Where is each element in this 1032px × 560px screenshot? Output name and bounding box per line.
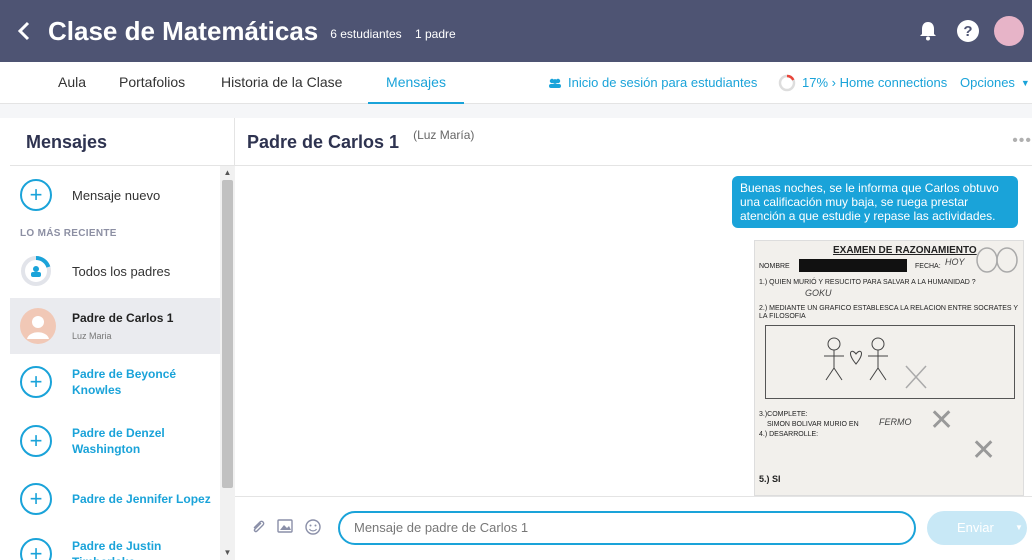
scroll-thumb[interactable]	[222, 180, 233, 488]
wrong-mark: ✕	[929, 404, 955, 437]
stick-figures-drawing	[824, 337, 927, 389]
parents-count[interactable]: 1 padre	[415, 27, 456, 41]
sidebar-item-label: Padre de Beyoncé Knowles	[72, 367, 177, 397]
student-login-link[interactable]: Inicio de sesión para estudiantes	[548, 62, 757, 104]
notifications-button[interactable]	[908, 0, 948, 62]
sidebar-item-beyonce[interactable]: + Padre de Beyoncé Knowles	[10, 354, 220, 410]
options-menu[interactable]: Opciones ▼	[960, 62, 1030, 104]
students-count[interactable]: 6 estudiantes	[330, 27, 401, 41]
people-icon	[549, 78, 561, 88]
exam-q2: 2.) MEDIANTE UN GRAFICO ESTABLESCA LA RE…	[759, 305, 1018, 320]
sidebar-item-label: Padre de Denzel Washington	[72, 426, 165, 456]
more-options-icon[interactable]: •••	[1012, 132, 1032, 150]
sidebar-item-denzel[interactable]: + Padre de Denzel Washington	[10, 410, 220, 472]
divider-band	[0, 104, 1032, 118]
sidebar-item-carlos[interactable]: Padre de Carlos 1 Luz Maria	[10, 298, 220, 354]
grade-mark-icon	[976, 247, 1018, 273]
caret-down-icon: ▼	[1020, 78, 1030, 88]
messages-sidebar: Mensajes + Mensaje nuevo LO MÁS RECIENTE…	[10, 118, 235, 560]
sidebar-title: Mensajes	[10, 118, 234, 166]
sidebar-item-jennifer[interactable]: + Padre de Jennifer Lopez	[10, 472, 220, 526]
new-message-label: Mensaje nuevo	[72, 187, 161, 203]
exam-q3: 3.)COMPLETE:	[759, 411, 808, 418]
exam-q4: 4.) DESARROLLE:	[759, 431, 819, 438]
plus-icon: +	[20, 538, 52, 560]
exam-a3: FERMO	[879, 417, 912, 427]
sidebar-item-label: Padre de Jennifer Lopez	[72, 492, 211, 506]
exam-q1: 1.) QUIEN MURIÓ Y RESUCITO PARA SALVAR A…	[759, 279, 976, 286]
conversation-title: Padre de Carlos 1	[247, 132, 400, 152]
tab-historia[interactable]: Historia de la Clase	[221, 62, 342, 104]
student-login-label: Inicio de sesión para estudiantes	[568, 75, 758, 90]
conversation-header: Padre de Carlos 1 (Luz María) •••	[235, 118, 1032, 166]
conversation-panel: Padre de Carlos 1 (Luz María) ••• Buenas…	[235, 118, 1032, 560]
exam-q5: 5.) SI	[759, 474, 781, 484]
emoji-icon[interactable]	[305, 519, 321, 538]
plus-icon: +	[20, 425, 52, 457]
image-icon[interactable]	[277, 519, 293, 536]
sidebar-item-label: Padre de Carlos 1	[72, 311, 174, 325]
redaction-bar	[799, 259, 907, 272]
plus-icon: +	[20, 483, 52, 515]
tab-mensajes[interactable]: Mensajes	[368, 62, 464, 104]
plus-icon: +	[20, 366, 52, 398]
exam-a1: GOKU	[805, 288, 832, 298]
exam-nombre-label: NOMBRE	[759, 263, 790, 270]
send-button[interactable]: Enviar ▼	[927, 511, 1027, 545]
profile-menu[interactable]	[988, 0, 1032, 62]
exam-fecha-label: FECHA:	[915, 263, 941, 270]
message-composer: Mensaje de padre de Carlos 1 Enviar ▼	[235, 496, 1032, 560]
sidebar-item-all-parents[interactable]: Todos los padres	[10, 244, 220, 298]
exam-q3-text: SIMON BOLIVAR MURIO EN	[767, 421, 859, 428]
wrong-mark: ✕	[971, 434, 997, 467]
tab-portafolios[interactable]: Portafolios	[119, 62, 185, 104]
plus-icon: +	[20, 179, 52, 211]
home-connections-label: 17% › Home connections	[802, 75, 948, 90]
send-label: Enviar	[957, 520, 994, 535]
help-button[interactable]: ?	[948, 0, 988, 62]
avatar	[994, 16, 1024, 46]
options-label: Opciones	[960, 75, 1015, 90]
chevron-left-icon	[17, 21, 30, 41]
scroll-down-icon[interactable]: ▼	[220, 546, 235, 560]
class-meta: 6 estudiantes 1 padre	[330, 27, 465, 41]
exam-drawing-box	[765, 325, 1015, 399]
exam-photo[interactable]: EXAMEN DE RAZONAMIENTO NOMBRE FECHA: HOY…	[754, 240, 1024, 496]
attachment-icon[interactable]	[251, 519, 265, 538]
bell-icon	[920, 22, 936, 41]
sidebar-scrollbar[interactable]: ▲ ▼	[220, 166, 235, 560]
message-input[interactable]: Mensaje de padre de Carlos 1	[338, 511, 916, 545]
back-button[interactable]	[0, 21, 48, 41]
top-bar: Clase de Matemáticas 6 estudiantes 1 pad…	[0, 0, 1032, 62]
parent-avatar-icon	[20, 308, 56, 344]
conversation-list: + Mensaje nuevo LO MÁS RECIENTE Todos lo…	[10, 166, 220, 560]
section-recent: LO MÁS RECIENTE	[20, 228, 117, 239]
sidebar-item-justin[interactable]: + Padre de Justin Timberlake	[10, 526, 220, 560]
caret-down-icon: ▼	[1015, 523, 1023, 532]
scroll-up-icon[interactable]: ▲	[220, 166, 235, 180]
exam-title: EXAMEN DE RAZONAMIENTO	[833, 245, 977, 256]
exam-fecha-value: HOY	[945, 257, 965, 267]
message-bubble: Buenas noches, se le informa que Carlos …	[732, 176, 1018, 228]
sidebar-item-label: Padre de Justin Timberlake	[72, 539, 162, 560]
new-message-item[interactable]: + Mensaje nuevo	[10, 166, 220, 224]
sidebar-item-label: Todos los padres	[72, 263, 171, 279]
tab-aula[interactable]: Aula	[58, 62, 86, 104]
conversation-subtitle: (Luz María)	[413, 128, 475, 142]
class-title: Clase de Matemáticas	[48, 15, 319, 46]
tab-bar: Aula Portafolios Historia de la Clase Me…	[0, 62, 1032, 104]
progress-ring-icon	[778, 74, 796, 92]
sidebar-item-sub: Luz Maria	[72, 331, 112, 341]
group-avatar-icon	[20, 255, 52, 287]
question-icon: ?	[957, 20, 979, 42]
home-connections-link[interactable]: 17% › Home connections	[778, 62, 947, 104]
